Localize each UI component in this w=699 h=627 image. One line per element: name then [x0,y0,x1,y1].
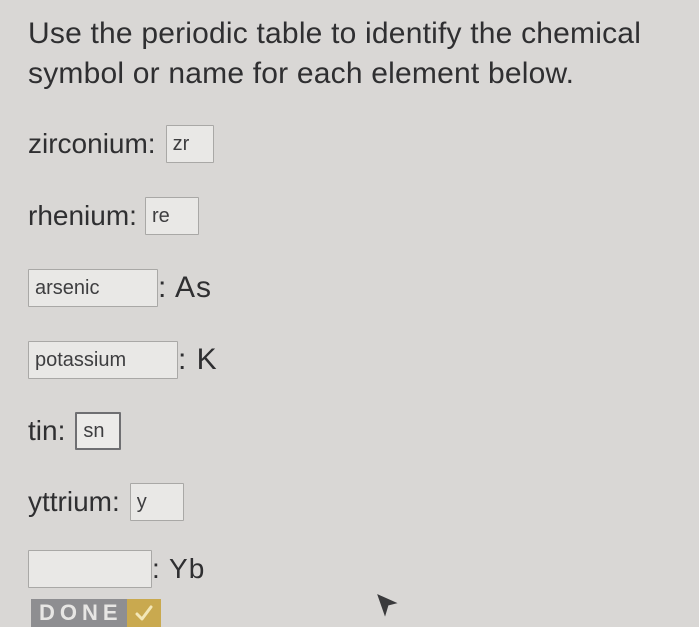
symbol-label: : As [158,271,213,304]
answer-input-zirconium[interactable] [165,125,214,163]
done-button[interactable]: DONE [31,599,161,627]
prompt-label: zirconium: [28,128,156,159]
question-as: : As [28,269,212,307]
answer-input-yb[interactable] [28,550,152,588]
question-rhenium: rhenium: [28,197,199,235]
answer-input-rhenium[interactable] [144,197,199,235]
prompt-label: tin: [28,415,66,446]
prompt-label: yttrium: [28,486,120,517]
question-zirconium: zirconium: [28,125,214,163]
question-k: : K [28,341,218,379]
mouse-cursor-icon [377,594,398,617]
question-tin: tin: [28,412,122,450]
prompt-label: rhenium: [28,200,137,231]
answer-input-k[interactable] [28,341,178,379]
checkmark-icon [127,599,161,627]
question-yb: : Yb [28,550,205,588]
instructions-text: Use the periodic table to identify the c… [28,17,642,90]
answer-input-as[interactable] [28,269,158,307]
answer-input-tin[interactable] [75,412,122,450]
question-yttrium: yttrium: [28,483,184,521]
answer-input-yttrium[interactable] [129,483,184,521]
done-label: DONE [39,600,123,625]
symbol-label: : Yb [152,553,206,584]
symbol-label: : K [178,343,218,376]
